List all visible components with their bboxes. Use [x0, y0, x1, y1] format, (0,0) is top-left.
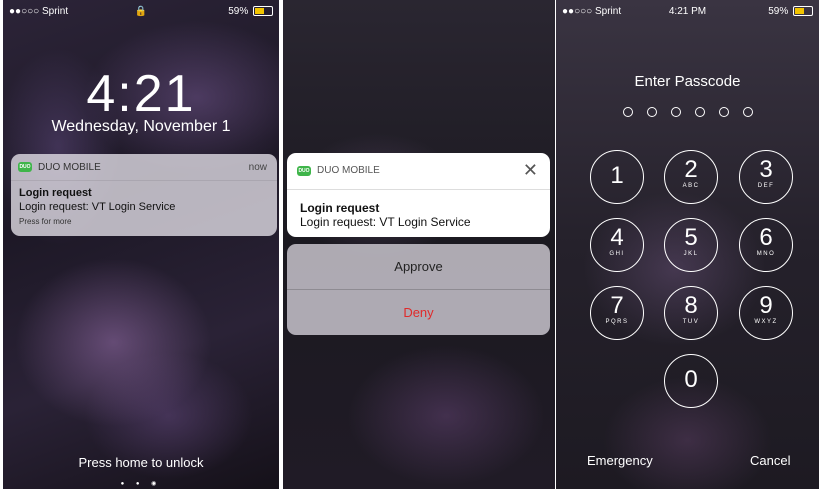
key-letters: TUV [682, 319, 700, 325]
passcode-dots [556, 104, 819, 122]
key-9[interactable]: 9 WXYZ [739, 286, 793, 340]
key-0[interactable]: 0 [664, 354, 718, 408]
duo-notification[interactable]: DUO DUO MOBILE now Login request Login r… [11, 154, 277, 236]
key-2[interactable]: 2 ABC [664, 150, 718, 204]
action-group: Approve Deny [287, 244, 550, 335]
passcode-dot [742, 107, 753, 117]
expanded-app-name: DUO MOBILE [317, 165, 380, 176]
cancel-button[interactable]: Cancel [750, 453, 790, 468]
status-bar: ●●○○○ Sprint 🔒 59% [9, 6, 273, 20]
notification-header: DUO DUO MOBILE now [11, 154, 277, 181]
passcode-dot [670, 107, 681, 117]
key-digit: 5 [684, 224, 698, 251]
key-digit: 2 [684, 156, 698, 183]
key-1[interactable]: 1 [590, 150, 644, 204]
expanded-header: DUO DUO MOBILE ✕ [287, 153, 550, 190]
passcode-dot [622, 107, 633, 117]
key-6[interactable]: 6 MNO [739, 218, 793, 272]
key-digit: 9 [759, 292, 773, 319]
battery-percent: 59% [768, 6, 789, 17]
expanded-notification: DUO DUO MOBILE ✕ Login request Login req… [287, 153, 550, 237]
approve-button[interactable]: Approve [287, 244, 550, 290]
key-7[interactable]: 7 PQRS [590, 286, 644, 340]
unlock-hint: Press home to unlock [78, 455, 204, 470]
status-bar: ●●○○○ Sprint 4:21 PM 59% [562, 6, 813, 20]
key-letters: MNO [756, 251, 776, 257]
key-8[interactable]: 8 TUV [664, 286, 718, 340]
key-letters: PQRS [605, 319, 629, 325]
battery-icon [793, 6, 813, 17]
key-5[interactable]: 5 JKL [664, 218, 718, 272]
passcode-dot [718, 107, 729, 117]
close-icon[interactable]: ✕ [523, 160, 538, 181]
key-3[interactable]: 3 DEF [739, 150, 793, 204]
passcode-dot [646, 107, 657, 117]
battery-percent: 59% [228, 6, 249, 17]
lock-time: 4:21 [86, 65, 196, 123]
duo-app-icon: DUO [297, 166, 311, 176]
notification-body: Login request: VT Login Service [19, 201, 176, 213]
key-digit: 6 [759, 224, 773, 251]
notification-hint: Press for more [19, 217, 72, 226]
key-letters: ABC [682, 183, 700, 189]
battery-icon [253, 6, 273, 17]
passcode-dot [694, 107, 705, 117]
key-4[interactable]: 4 GHI [590, 218, 644, 272]
key-digit: 1 [610, 162, 624, 189]
key-digit: 3 [759, 156, 773, 183]
notification-time: now [248, 162, 267, 173]
passcode-panel: ●●○○○ Sprint 4:21 PM 59% Enter Passcode … [556, 0, 819, 489]
expanded-body: Login request: VT Login Service [300, 215, 471, 229]
battery-indicator: 59% [228, 6, 273, 17]
notification-app-name: DUO MOBILE [38, 162, 101, 173]
expanded-title: Login request [300, 201, 380, 215]
key-digit: 4 [610, 224, 624, 251]
notification-title: Login request [19, 187, 92, 199]
passcode-title: Enter Passcode [634, 73, 741, 90]
key-digit: 0 [684, 366, 698, 393]
lock-screen-panel: ●●○○○ Sprint 🔒 59% 4:21 Wednesday, Novem… [3, 0, 279, 489]
battery-indicator: 59% [768, 6, 813, 17]
key-digit: 8 [684, 292, 698, 319]
key-digit: 7 [610, 292, 624, 319]
deny-button[interactable]: Deny [287, 290, 550, 335]
page-indicator: ● ● ◉ [120, 481, 162, 487]
key-letters: DEF [757, 183, 775, 189]
key-letters: JKL [683, 251, 699, 257]
lock-date: Wednesday, November 1 [51, 118, 231, 135]
duo-app-icon: DUO [18, 162, 32, 172]
emergency-button[interactable]: Emergency [587, 453, 653, 468]
key-letters: GHI [609, 251, 625, 257]
key-letters: WXYZ [754, 319, 778, 325]
